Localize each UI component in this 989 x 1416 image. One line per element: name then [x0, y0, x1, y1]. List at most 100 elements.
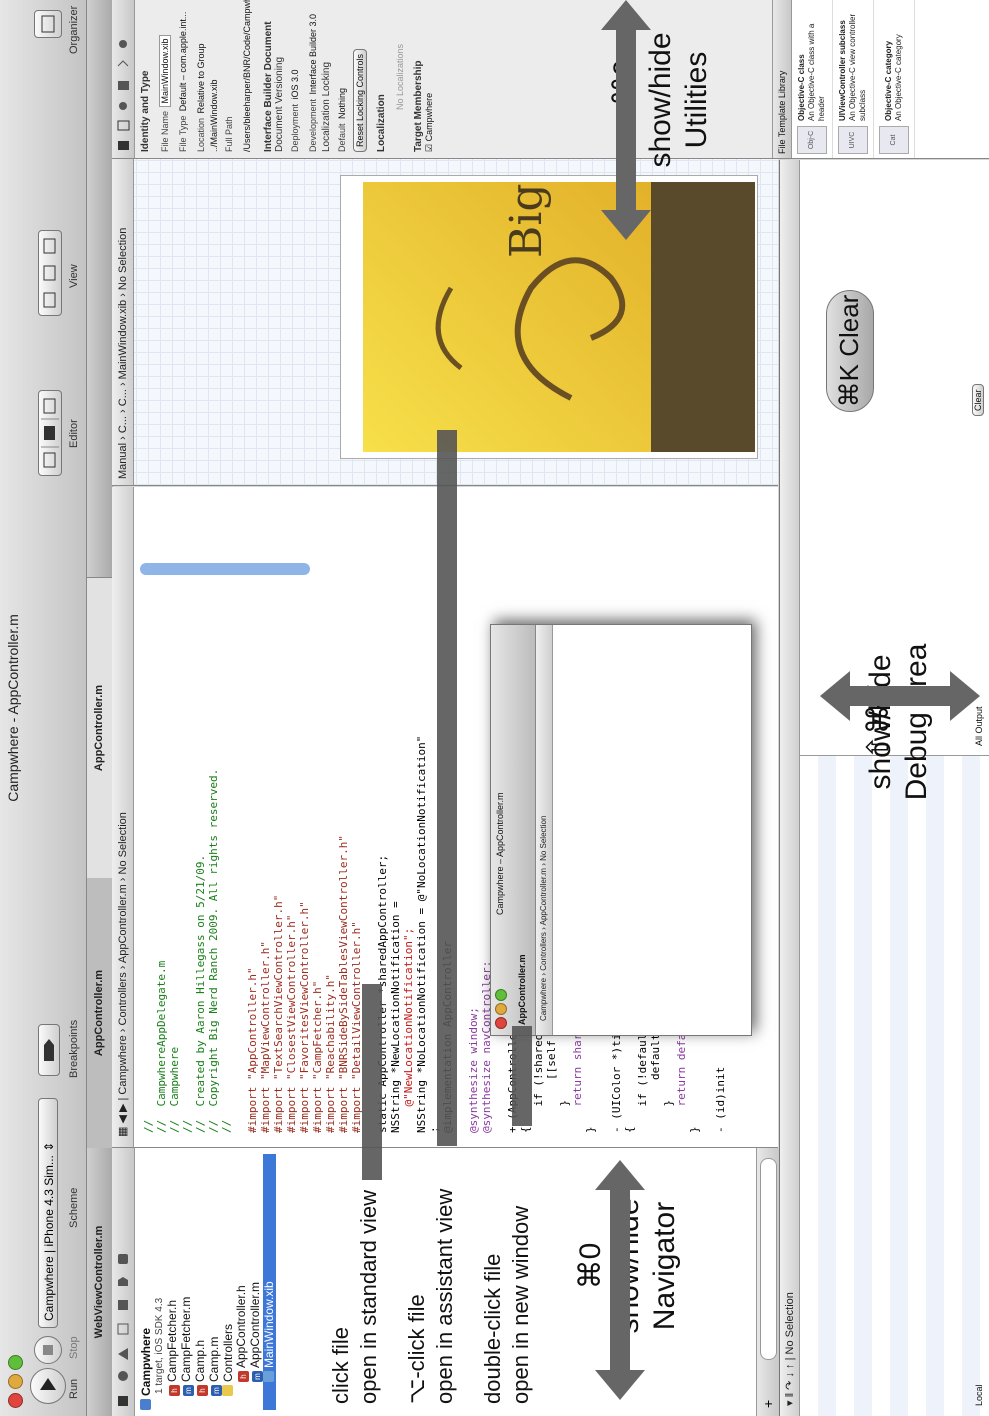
close-window-button[interactable] — [495, 1017, 507, 1029]
library-selector[interactable]: File Template Library — [773, 0, 792, 158]
xcode-window: Campwhere - AppController.m Run Stop Cam… — [0, 0, 989, 1416]
code-line: @"NewLocationNotification"; — [402, 927, 415, 1133]
default-popup[interactable]: Nothing — [337, 88, 347, 119]
tab-webviewcontroller[interactable]: WebViewController.m — [87, 1147, 112, 1416]
file-row[interactable]: Controllers — [221, 1154, 235, 1410]
debug-hide-icon[interactable]: ▾ — [784, 1400, 796, 1406]
source-file-icon: m — [183, 1385, 194, 1396]
template-description: An Objective-C category — [894, 34, 903, 121]
jump-c2[interactable]: C... — [117, 389, 129, 406]
filter-field[interactable] — [760, 1158, 777, 1360]
view-segmented-control[interactable] — [38, 230, 62, 316]
project-root[interactable]: Campwhere — [139, 1154, 153, 1410]
jump-xib[interactable]: MainWindow.xib — [117, 300, 129, 379]
file-row[interactable]: MainWindow.xib — [262, 1154, 276, 1410]
library-item[interactable]: Cat Objective-C category An Objective-C ca… — [874, 0, 915, 158]
grid-icon[interactable]: ▦ — [117, 1127, 129, 1137]
project-icon — [140, 1399, 151, 1410]
file-name-field[interactable]: MainWindow.xib — [159, 35, 171, 107]
jump-selection[interactable]: No Selection — [539, 816, 548, 861]
arrow-new-window — [512, 1026, 532, 1126]
add-icon[interactable]: + — [760, 1400, 776, 1408]
target-checkbox[interactable]: ☑ Campwhere — [424, 2, 435, 152]
file-row[interactable]: h Camp.h — [193, 1154, 208, 1410]
annotation-dbl-click: double-click file — [480, 1253, 505, 1404]
new-editor-window[interactable]: Campwhere – AppController.m AppControlle… — [490, 624, 752, 1036]
big-nerd-ranch-splash-image: Big — [363, 182, 755, 452]
library-item[interactable]: Obj-C Objective-C class An Objective-C cla… — [792, 0, 833, 158]
editor-jump-bar[interactable]: ▦ ◀ ▶ | Campwhere › Controllers › AppCon… — [112, 487, 134, 1147]
new-window-title: Campwhere – AppController.m — [495, 792, 505, 915]
debug-no-selection: No Selection — [784, 1292, 796, 1355]
template-description: An Objective-C view controller subclass — [848, 13, 867, 121]
variables-view[interactable] — [800, 755, 989, 1416]
file-type-popup[interactable]: Default – com.apple.int... — [178, 12, 188, 112]
editor-scroller[interactable] — [140, 563, 310, 575]
clear-callout: ⌘K Clear — [826, 290, 874, 412]
jump-manual[interactable]: Manual — [117, 443, 129, 479]
debug-double-arrow-icon — [820, 671, 980, 721]
file-name: Camp.h — [193, 1339, 207, 1382]
breakpoints-button[interactable] — [38, 1024, 60, 1076]
navigator-tab-icons[interactable] — [112, 1148, 134, 1416]
file-row[interactable]: h CampFetcher.h — [165, 1154, 180, 1410]
file-row[interactable]: m AppController.m — [248, 1154, 263, 1410]
library-pane: File Template Library Obj-C Objective-C c… — [772, 0, 989, 158]
code-line: #import "FavoritesViewController.h" — [298, 901, 311, 1133]
jump-group[interactable]: Controllers — [539, 932, 548, 971]
organizer-button[interactable] — [34, 10, 62, 38]
ib-jump-bar[interactable]: Manual › C... › C... › MainWindow.xib › … — [112, 159, 134, 485]
new-window-jump-bar[interactable]: Campwhere › Controllers › AppController.… — [536, 625, 553, 1035]
minimize-window-button[interactable] — [495, 1003, 507, 1015]
file-name: Controllers — [221, 1323, 235, 1382]
new-window-titlebar: Campwhere – AppController.m AppControlle… — [491, 625, 536, 1035]
jump-project[interactable]: Campwhere — [117, 1035, 129, 1094]
window-view[interactable]: Big — [340, 175, 758, 459]
stop-button[interactable] — [34, 1336, 62, 1364]
jump-group[interactable]: Controllers — [117, 972, 129, 1025]
annotation-opt-click: ⌥-click file — [404, 1294, 429, 1404]
jump-selection[interactable]: No Selection — [117, 228, 129, 290]
zoom-window-button[interactable] — [495, 989, 507, 1001]
development-popup[interactable]: Interface Builder 3.0 — [308, 14, 318, 95]
localization-title: Localization — [376, 94, 387, 152]
header-file-icon: h — [169, 1385, 180, 1396]
chevron-updown-icon: ⇕ — [42, 1141, 56, 1152]
file-type-label: File Type — [178, 115, 188, 152]
template-icon: UIVC — [838, 126, 868, 154]
jump-project[interactable]: Campwhere — [539, 978, 548, 1021]
deployment-popup[interactable]: iOS 3.0 — [290, 70, 300, 100]
navigator-selector-bar — [112, 1148, 135, 1416]
deployment-label: Deployment — [290, 103, 300, 152]
file-row[interactable]: h AppController.h — [234, 1154, 249, 1410]
reset-locking-button[interactable]: Reset Locking Controls — [353, 48, 367, 152]
view-label: View — [68, 264, 80, 288]
tab-appcontroller-1[interactable]: AppController.m — [87, 877, 112, 1148]
jump-c1[interactable]: C... — [117, 416, 129, 433]
jump-file[interactable]: AppController.m — [539, 868, 548, 925]
identity-section: Identity and Type File Name MainWindow.x… — [140, 0, 435, 152]
run-button[interactable] — [30, 1368, 66, 1404]
inspector-selector-bar[interactable] — [112, 0, 135, 158]
editor-label: Editor — [68, 419, 80, 448]
clear-button[interactable]: Clear — [972, 384, 984, 416]
nav-label2: Navigator — [648, 1201, 681, 1331]
jump-file[interactable]: AppController.m — [117, 884, 129, 963]
tab-label: AppController.m — [93, 684, 105, 772]
jump-selection[interactable]: No Selection — [117, 812, 129, 874]
new-window-tab[interactable]: AppController.m — [517, 954, 527, 1025]
template-description: An Objective-C class with a header — [807, 23, 826, 121]
file-row[interactable]: m CampFetcher.m — [179, 1154, 194, 1410]
editor-segmented-control[interactable] — [38, 390, 62, 476]
no-localizations: No Localizations — [395, 43, 405, 111]
library-item[interactable]: UIVC UIViewController subclass An Objectiv… — [833, 0, 874, 158]
default-label: Default — [337, 123, 347, 152]
template-text: Objective-C category An Objective-C categ… — [884, 34, 904, 121]
tab-appcontroller-2[interactable]: AppController.m — [87, 577, 112, 878]
template-icon: Cat — [879, 126, 909, 154]
scheme-popup[interactable]: Campwhere | iPhone 4.3 Sim... ⇕ — [38, 1098, 58, 1328]
local-popup[interactable]: Local — [974, 1384, 984, 1406]
annotation-open-window: open in new window — [508, 1205, 533, 1404]
file-row[interactable]: m Camp.m — [207, 1154, 222, 1410]
location-popup[interactable]: Relative to Group — [196, 43, 206, 113]
